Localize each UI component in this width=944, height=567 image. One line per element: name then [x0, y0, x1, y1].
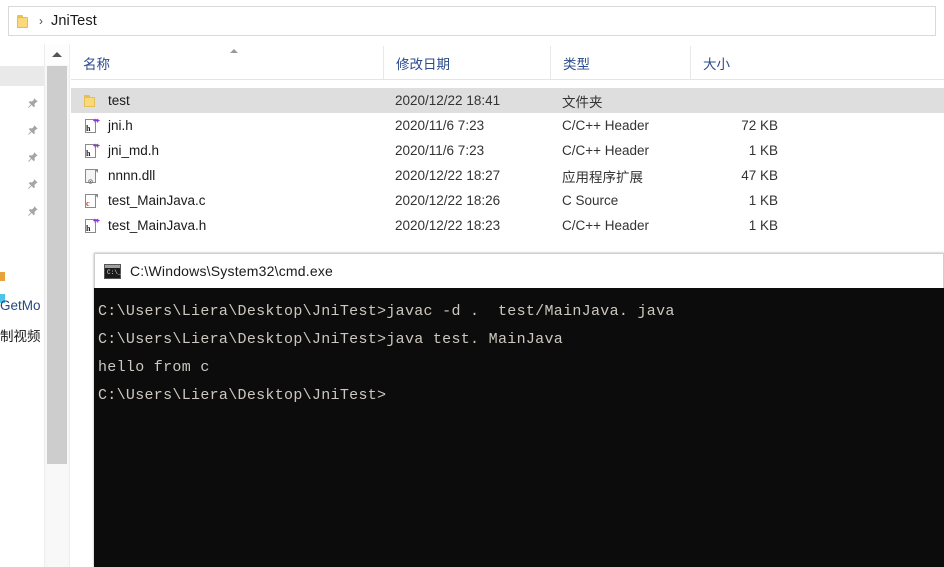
file-date-cell: 2020/11/6 7:23: [395, 118, 485, 133]
file-type-cell: 应用程序扩展: [562, 169, 643, 185]
console-line: hello from c: [98, 359, 210, 376]
breadcrumb-separator-icon: ›: [39, 14, 43, 28]
file-size-cell: 47 KB: [741, 168, 778, 183]
nav-item-getmo[interactable]: GetMo: [0, 298, 41, 313]
table-row[interactable]: h ++ jni_md.h 2020/11/6 7:23 C/C++ Header…: [71, 138, 944, 163]
table-row[interactable]: c test_MainJava.c 2020/12/22 18:26 C Sou…: [71, 188, 944, 213]
c-header-file-icon: h ++: [85, 217, 100, 233]
column-header-size-label: 大小: [703, 56, 730, 72]
column-header-type[interactable]: 类型: [550, 46, 690, 79]
file-size-cell: 1 KB: [748, 218, 778, 233]
file-date-cell: 2020/12/22 18:27: [395, 168, 501, 183]
cmd-console-output[interactable]: C:\Users\Liera\Desktop\JniTest>javac -d …: [94, 288, 944, 567]
file-name-label: test_MainJava.h: [108, 218, 207, 233]
command-prompt-window[interactable]: C:\_ C:\Windows\System32\cmd.exe C:\User…: [94, 253, 944, 567]
scroll-up-button[interactable]: [45, 44, 69, 65]
file-type-cell: C Source: [562, 193, 619, 208]
pin-icon: [26, 151, 39, 164]
file-name-cell: h ++ test_MainJava.h: [71, 218, 383, 234]
file-name-cell: h ++ jni_md.h: [71, 143, 383, 159]
cmd-title-label: C:\Windows\System32\cmd.exe: [130, 263, 334, 279]
column-header-date[interactable]: 修改日期: [383, 46, 550, 79]
column-header-date-label: 修改日期: [396, 56, 450, 72]
file-type-cell: C/C++ Header: [562, 118, 650, 133]
nav-item-video[interactable]: 制视频: [0, 325, 41, 345]
scrollbar-thumb[interactable]: [47, 66, 67, 464]
nav-item-chip: [0, 272, 5, 281]
c-header-file-icon: h ++: [85, 142, 100, 158]
c-source-file-icon: c: [83, 193, 99, 209]
console-line: C:\Users\Liera\Desktop\JniTest>javac -d …: [98, 303, 675, 320]
file-name-label: jni_md.h: [108, 143, 160, 158]
column-header-type-label: 类型: [563, 56, 590, 72]
file-name-label: test_MainJava.c: [108, 193, 206, 208]
file-type-cell: C/C++ Header: [562, 218, 650, 233]
breadcrumb-jnitest[interactable]: JniTest: [51, 13, 97, 29]
navigation-scrollbar[interactable]: [44, 44, 70, 567]
column-header-name-label: 名称: [83, 56, 110, 72]
address-bar[interactable]: › JniTest: [8, 6, 936, 36]
file-type-cell: C/C++ Header: [562, 143, 650, 158]
file-name-cell: nnnn.dll: [71, 168, 383, 184]
column-header-size[interactable]: 大小: [690, 46, 788, 79]
file-size-cell: 72 KB: [741, 118, 778, 133]
file-name-cell: test: [71, 93, 383, 109]
table-row[interactable]: h ++ jni.h 2020/11/6 7:23 C/C++ Header 72…: [71, 113, 944, 138]
file-size-cell: 1 KB: [748, 143, 778, 158]
navigation-pane[interactable]: GetMo 制视频: [0, 44, 44, 567]
table-row[interactable]: h ++ test_MainJava.h 2020/12/22 18:23 C/C…: [71, 213, 944, 238]
c-header-file-icon: h ++: [85, 117, 100, 133]
file-type-cell: 文件夹: [562, 94, 603, 110]
file-name-label: test: [108, 93, 130, 108]
folder-icon: [17, 14, 32, 28]
scrollbar-track[interactable]: [47, 464, 67, 567]
table-row[interactable]: nnnn.dll 2020/12/22 18:27 应用程序扩展 47 KB: [71, 163, 944, 188]
file-date-cell: 2020/12/22 18:23: [395, 218, 501, 233]
console-line: C:\Users\Liera\Desktop\JniTest>java test…: [98, 331, 564, 348]
pin-icon: [26, 124, 39, 137]
column-header-name[interactable]: 名称: [71, 46, 383, 79]
pin-icon: [26, 178, 39, 191]
sort-ascending-icon: [230, 49, 238, 53]
pin-icon: [26, 205, 39, 218]
file-size-cell: 1 KB: [748, 193, 778, 208]
file-date-cell: 2020/11/6 7:23: [395, 143, 485, 158]
chevron-up-icon: [52, 52, 62, 57]
file-name-label: jni.h: [108, 118, 133, 133]
file-date-cell: 2020/12/22 18:41: [395, 93, 501, 108]
file-name-cell: c test_MainJava.c: [71, 193, 383, 209]
table-row[interactable]: test 2020/12/22 18:41 文件夹: [71, 88, 944, 113]
console-icon: C:\_: [104, 263, 121, 279]
dll-file-icon: [83, 168, 99, 184]
cmd-title-bar[interactable]: C:\_ C:\Windows\System32\cmd.exe: [94, 253, 944, 288]
file-date-cell: 2020/12/22 18:26: [395, 193, 501, 208]
file-name-label: nnnn.dll: [108, 168, 156, 183]
folder-icon: [83, 93, 99, 109]
column-header-row: 名称 修改日期 类型 大小: [71, 46, 944, 80]
file-name-cell: h ++ jni.h: [71, 118, 383, 134]
console-line: C:\Users\Liera\Desktop\JniTest>: [98, 387, 387, 404]
nav-selected-highlight: [0, 66, 44, 86]
pin-icon: [26, 97, 39, 110]
